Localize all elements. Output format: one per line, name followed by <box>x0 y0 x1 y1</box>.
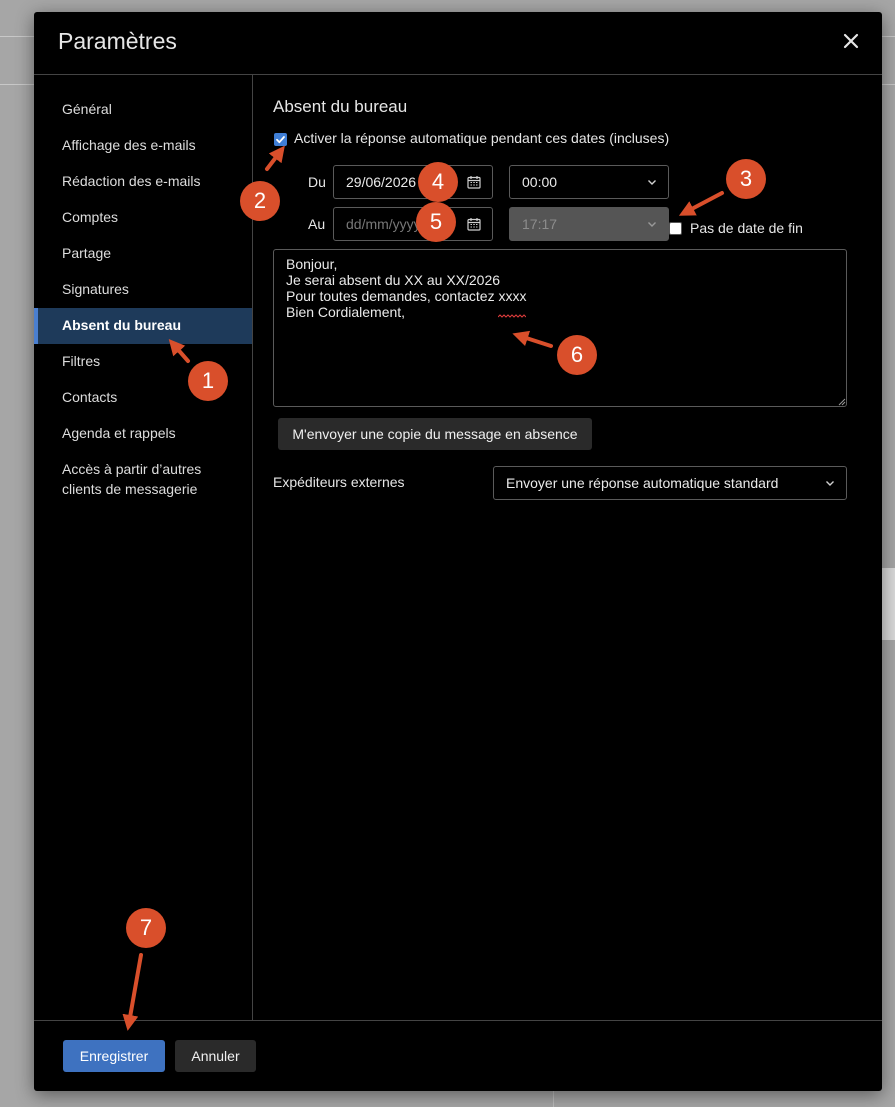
from-date-input[interactable]: 29/06/2026 <box>333 165 493 199</box>
to-label: Au <box>308 216 326 232</box>
footer-divider <box>34 1020 882 1021</box>
section-title: Absent du bureau <box>273 97 408 116</box>
enable-autoreply-checkbox[interactable] <box>274 133 287 146</box>
enable-autoreply-label: Activer la réponse automatique pendant c… <box>294 130 670 146</box>
background-line-mid <box>0 84 34 85</box>
from-date-value: 29/06/2026 <box>346 174 417 190</box>
check-icon <box>276 136 285 144</box>
annotation-badge-7: 7 <box>126 908 166 948</box>
to-date-input[interactable]: dd/mm/yyyy <box>333 207 493 241</box>
dialog-title: Paramètres <box>58 28 177 54</box>
from-label: Du <box>308 174 326 190</box>
annotation-badge-6: 6 <box>557 335 597 375</box>
background-panel-right <box>882 568 895 640</box>
sidebar-item-sharing[interactable]: Partage <box>34 236 252 272</box>
chevron-down-icon <box>648 222 656 227</box>
sidebar-item-email-display[interactable]: Affichage des e-mails <box>34 128 252 164</box>
from-time-value: 00:00 <box>522 174 558 190</box>
chevron-down-icon <box>826 481 834 486</box>
background-line-mid-right <box>882 84 895 85</box>
annotation-badge-5: 5 <box>416 202 456 242</box>
chevron-down-icon <box>648 180 656 185</box>
resize-grip-icon[interactable] <box>838 398 846 406</box>
sidebar-item-signatures[interactable]: Signatures <box>34 272 252 308</box>
sidebar-item-other-clients[interactable]: Accès à partir d’autres clients de messa… <box>34 452 214 499</box>
annotation-badge-1: 1 <box>188 361 228 401</box>
header-divider <box>34 74 882 75</box>
calendar-icon[interactable] <box>467 175 481 189</box>
no-end-date-checkbox[interactable] <box>669 222 682 235</box>
background-divider-bottom <box>553 1091 554 1107</box>
sidebar-item-general[interactable]: Général <box>34 92 252 128</box>
spellcheck-underline <box>498 314 526 318</box>
annotation-badge-4: 4 <box>418 162 458 202</box>
to-date-placeholder: dd/mm/yyyy <box>346 216 421 232</box>
autoreply-message-textarea[interactable] <box>273 249 847 407</box>
sidebar-item-calendar[interactable]: Agenda et rappels <box>34 416 252 452</box>
send-copy-button[interactable]: M'envoyer une copie du message en absenc… <box>278 418 592 450</box>
cancel-button[interactable]: Annuler <box>175 1040 256 1072</box>
background-line-top <box>0 36 34 37</box>
sidebar-item-email-compose[interactable]: Rédaction des e-mails <box>34 164 252 200</box>
no-end-date-label: Pas de date de fin <box>690 220 803 236</box>
external-senders-label: Expéditeurs externes <box>273 474 405 490</box>
calendar-icon[interactable] <box>467 217 481 231</box>
sidebar-item-accounts[interactable]: Comptes <box>34 200 252 236</box>
settings-sidebar: Général Affichage des e-mails Rédaction … <box>34 92 252 499</box>
external-senders-value: Envoyer une réponse automatique standard <box>506 475 779 491</box>
save-button[interactable]: Enregistrer <box>63 1040 165 1072</box>
close-icon[interactable] <box>840 30 862 52</box>
background-line-top-right <box>882 36 895 37</box>
sidebar-item-out-of-office[interactable]: Absent du bureau <box>34 308 252 344</box>
annotation-badge-2: 2 <box>240 181 280 221</box>
to-time-value: 17:17 <box>522 216 558 232</box>
from-time-select[interactable]: 00:00 <box>509 165 669 199</box>
external-senders-select[interactable]: Envoyer une réponse automatique standard <box>493 466 847 500</box>
to-time-select: 17:17 <box>509 207 669 241</box>
annotation-badge-3: 3 <box>726 159 766 199</box>
